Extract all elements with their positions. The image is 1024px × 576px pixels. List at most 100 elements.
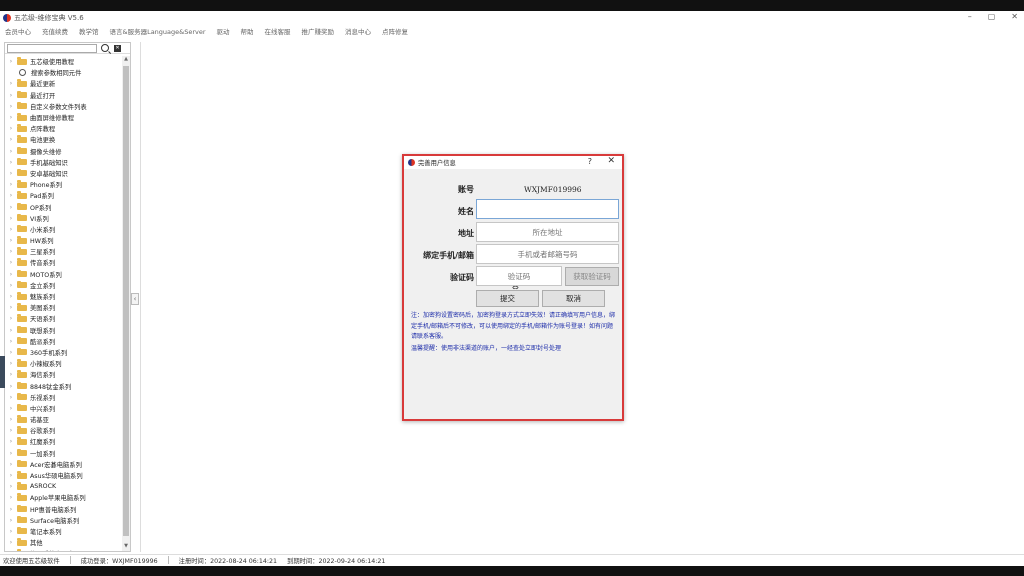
collapse-sidebar-button[interactable]: ‹ (131, 293, 139, 305)
tree-item[interactable]: › 三星系列 (5, 246, 123, 257)
tree-item[interactable]: › 五芯级使用教程 (5, 56, 123, 67)
menu-language-server[interactable]: 语言&服务器Language&Server (110, 26, 206, 36)
search-icon[interactable] (101, 44, 109, 52)
expand-chevron-icon[interactable]: › (5, 472, 17, 479)
expand-chevron-icon[interactable]: › (5, 304, 17, 311)
expand-chevron-icon[interactable]: › (5, 371, 17, 378)
tree-item[interactable]: › 美图系列 (5, 302, 123, 313)
tree-item[interactable]: › 小米系列 (5, 224, 123, 235)
expand-chevron-icon[interactable]: › (5, 271, 17, 278)
expand-chevron-icon[interactable]: › (5, 259, 17, 266)
scroll-up-icon[interactable]: ▲ (122, 56, 130, 64)
left-edge-tab[interactable] (0, 356, 5, 388)
expand-chevron-icon[interactable]: › (5, 461, 17, 468)
expand-chevron-icon[interactable]: › (5, 517, 17, 524)
expand-chevron-icon[interactable]: › (5, 349, 17, 356)
expand-chevron-icon[interactable]: › (5, 204, 17, 211)
tree-item[interactable]: › 魅族系列 (5, 291, 123, 302)
tree-item[interactable]: › 最近打开 (5, 90, 123, 101)
tree-item[interactable]: › 最近更新 (5, 78, 123, 89)
expand-chevron-icon[interactable]: › (5, 528, 17, 535)
menu-recharge[interactable]: 充值续费 (42, 26, 68, 36)
expand-chevron-icon[interactable]: › (5, 248, 17, 255)
expand-chevron-icon[interactable]: › (5, 338, 17, 345)
expand-chevron-icon[interactable]: › (5, 450, 17, 457)
dialog-close-icon[interactable]: ✕ (607, 156, 615, 166)
code-input[interactable] (476, 266, 562, 286)
expand-chevron-icon[interactable]: › (5, 405, 17, 412)
expand-chevron-icon[interactable]: › (5, 215, 17, 222)
expand-chevron-icon[interactable]: › (5, 237, 17, 244)
tree-item[interactable]: › 修正系统专用表 (5, 548, 123, 551)
expand-chevron-icon[interactable]: › (5, 103, 17, 110)
sidebar-scrollbar[interactable]: ▲ ▼ (122, 56, 130, 551)
tree-item[interactable]: › VI系列 (5, 213, 123, 224)
expand-chevron-icon[interactable]: › (5, 383, 17, 390)
clear-search-icon[interactable]: ✕ (114, 44, 121, 52)
expand-chevron-icon[interactable]: › (5, 394, 17, 401)
tree-item[interactable]: › 摄像头维修 (5, 146, 123, 157)
menu-dot-matrix-repair[interactable]: 点阵修复 (382, 26, 408, 36)
tree-item[interactable]: › MOTO系列 (5, 269, 123, 280)
expand-chevron-icon[interactable]: › (5, 136, 17, 143)
expand-chevron-icon[interactable]: › (5, 506, 17, 513)
cancel-button[interactable]: 取消 (542, 290, 605, 307)
tree-item[interactable]: › 金立系列 (5, 280, 123, 291)
tree-item[interactable]: › 海信系列 (5, 369, 123, 380)
menu-driver[interactable]: 驱动 (217, 26, 230, 36)
tree-item[interactable]: › HP惠普电脑系列 (5, 504, 123, 515)
tree-item[interactable]: › OP系列 (5, 201, 123, 212)
tree-item[interactable]: › 酷派系列 (5, 336, 123, 347)
tree-item[interactable]: › 360手机系列 (5, 347, 123, 358)
expand-chevron-icon[interactable]: › (5, 416, 17, 423)
tree-item[interactable]: › 自定义参数文件列表 (5, 101, 123, 112)
tree-item[interactable]: › 曲面屏维修教程 (5, 112, 123, 123)
expand-chevron-icon[interactable]: › (5, 148, 17, 155)
tree-item[interactable]: › HW系列 (5, 235, 123, 246)
menu-referral[interactable]: 推广赚奖励 (302, 26, 335, 36)
tree-item[interactable]: › Pad系列 (5, 190, 123, 201)
expand-chevron-icon[interactable]: › (5, 125, 17, 132)
get-code-button[interactable]: 获取验证码 (565, 267, 619, 286)
tree-item[interactable]: › 电池更换 (5, 134, 123, 145)
tree-item[interactable]: › 传音系列 (5, 257, 123, 268)
phone-input[interactable] (476, 244, 619, 264)
expand-chevron-icon[interactable]: › (5, 438, 17, 445)
tree-item[interactable]: › 联想系列 (5, 325, 123, 336)
submit-button[interactable]: 提交 (476, 290, 539, 307)
tree-item[interactable]: › 天语系列 (5, 313, 123, 324)
expand-chevron-icon[interactable]: › (5, 282, 17, 289)
tree-item[interactable]: › 点阵教程 (5, 123, 123, 134)
tree-item[interactable]: › Asus华硕电脑系列 (5, 470, 123, 481)
name-input[interactable] (476, 199, 619, 219)
address-input[interactable] (476, 222, 619, 242)
expand-chevron-icon[interactable]: › (5, 293, 17, 300)
tree-item[interactable]: › 手机基础知识 (5, 157, 123, 168)
tree-item[interactable]: › 诺基亚 (5, 414, 123, 425)
tree-item[interactable]: › Surface电脑系列 (5, 515, 123, 526)
tree-item[interactable]: › 8848钛金系列 (5, 380, 123, 391)
expand-chevron-icon[interactable]: › (5, 550, 17, 551)
menu-messages[interactable]: 消息中心 (345, 26, 371, 36)
tree-item[interactable]: › ASROCK (5, 481, 123, 492)
menu-help[interactable]: 帮助 (241, 26, 254, 36)
expand-chevron-icon[interactable]: › (5, 315, 17, 322)
expand-chevron-icon[interactable]: › (5, 427, 17, 434)
expand-chevron-icon[interactable]: › (5, 58, 17, 65)
tree-item[interactable]: › 红魔系列 (5, 436, 123, 447)
tree-item[interactable]: › 笔记本系列 (5, 526, 123, 537)
expand-chevron-icon[interactable]: › (5, 170, 17, 177)
tree-item[interactable]: › 其他 (5, 537, 123, 548)
menu-teaching[interactable]: 教学馆 (79, 26, 99, 36)
expand-chevron-icon[interactable]: › (5, 80, 17, 87)
expand-chevron-icon[interactable]: › (5, 539, 17, 546)
tree-item[interactable]: › Phone系列 (5, 179, 123, 190)
expand-chevron-icon[interactable]: › (5, 159, 17, 166)
minimize-icon[interactable]: – (968, 12, 972, 21)
tree-item[interactable]: › 一加系列 (5, 448, 123, 459)
expand-chevron-icon[interactable]: › (5, 327, 17, 334)
tree-item[interactable]: › 中兴系列 (5, 403, 123, 414)
sidebar-search-input[interactable] (7, 43, 97, 53)
tree-item[interactable]: › Acer宏碁电脑系列 (5, 459, 123, 470)
tree-item[interactable]: › 乐视系列 (5, 392, 123, 403)
